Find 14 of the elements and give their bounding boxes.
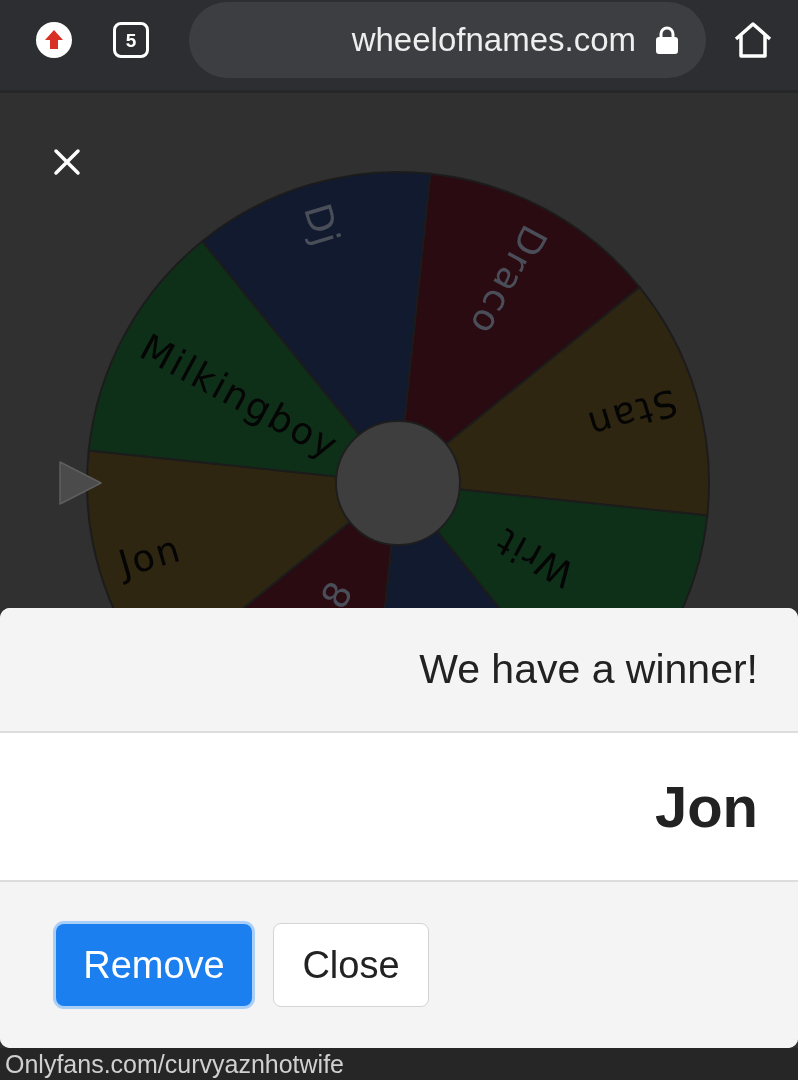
- remove-button[interactable]: Remove: [56, 924, 252, 1006]
- address-bar[interactable]: wheelofnames.com: [189, 2, 706, 78]
- url-text: wheelofnames.com: [351, 20, 636, 61]
- link-preview-text: Onlyfans.com/curvyaznhotwife: [5, 1051, 345, 1077]
- segment-label: Dj: [295, 198, 349, 253]
- dialog-title: We have a winner!: [419, 644, 758, 694]
- close-button[interactable]: Close: [273, 923, 429, 1007]
- segment-label: 8: [312, 572, 363, 616]
- lock-icon: [656, 26, 678, 54]
- tab-count-button[interactable]: 5: [113, 22, 149, 58]
- winner-name: Jon: [654, 773, 758, 841]
- close-icon[interactable]: [52, 147, 82, 177]
- pointer-icon: [59, 461, 102, 505]
- home-icon[interactable]: [732, 20, 774, 60]
